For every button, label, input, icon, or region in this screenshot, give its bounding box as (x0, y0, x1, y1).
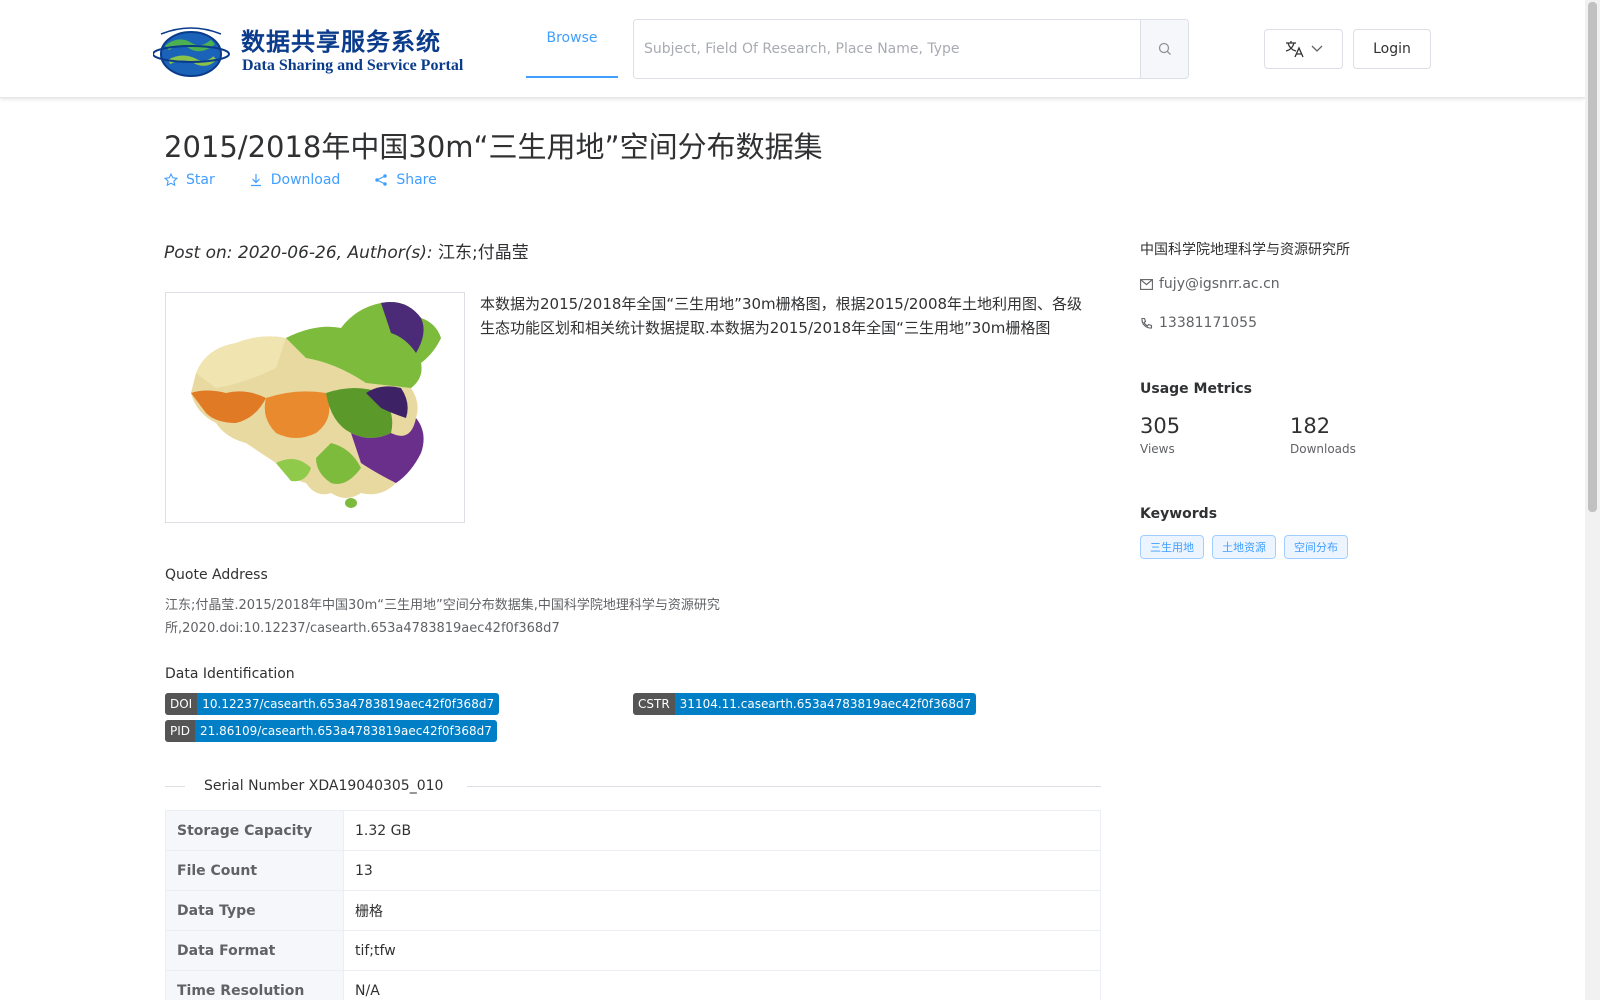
email-text: fujy@igsnrr.ac.cn (1159, 276, 1280, 292)
post-info: Post on: 2020-06-26, Author(s): 江东;付晶莹 (164, 238, 529, 263)
dataset-info-table: Storage Capacity 1.32 GB File Count 13 D… (165, 810, 1101, 1000)
table-row: Data Format tif;tfw (165, 930, 1101, 971)
page-title: 2015/2018年中国30m“三生用地”空间分布数据集 (164, 130, 823, 164)
translate-icon (1285, 41, 1304, 58)
keywords-title: Keywords (1140, 506, 1218, 522)
table-value: 栅格 (343, 890, 1101, 931)
pid-key: PID (165, 720, 196, 742)
pid-badge[interactable]: PID 21.86109/casearth.653a4783819aec42f0… (165, 720, 497, 742)
contact-email[interactable]: fujy@igsnrr.ac.cn (1140, 276, 1280, 292)
table-row: File Count 13 (165, 850, 1101, 891)
table-label: Time Resolution (165, 970, 344, 1000)
page-scrollbar[interactable] (1585, 0, 1600, 1000)
contact-phone: 13381171055 (1140, 315, 1257, 331)
star-button[interactable]: Star (164, 172, 215, 188)
table-label: Storage Capacity (165, 810, 344, 851)
table-row: Time Resolution N/A (165, 970, 1101, 1000)
globe-logo-icon (153, 27, 230, 77)
pid-value: 21.86109/casearth.653a4783819aec42f0f368… (195, 720, 497, 742)
views-count: 305 (1140, 414, 1181, 438)
download-icon (250, 174, 261, 187)
site-logo[interactable]: 数据共享服务系统 Data Sharing and Service Portal (153, 20, 463, 80)
chevron-down-icon (1311, 45, 1322, 52)
nav-browse[interactable]: Browse (526, 0, 618, 78)
doi-value: 10.12237/casearth.653a4783819aec42f0f368… (197, 693, 500, 715)
cstr-value: 31104.11.casearth.653a4783819aec42f0f368… (674, 693, 977, 715)
phone-text: 13381171055 (1159, 315, 1257, 331)
divider-right (467, 786, 1101, 787)
login-button[interactable]: Login (1353, 29, 1431, 69)
logo-text-cn: 数据共享服务系统 (241, 27, 441, 56)
doi-badge[interactable]: DOI 10.12237/casearth.653a4783819aec42f0… (165, 693, 500, 715)
language-switcher[interactable] (1264, 29, 1343, 69)
keyword-tag[interactable]: 空间分布 (1284, 535, 1348, 559)
quote-label: Quote Address (165, 567, 268, 583)
dataset-description: 本数据为2015/2018年全国“三生用地”30m栅格图，根据2015/2008… (480, 295, 1083, 337)
identification-label: Data Identification (165, 666, 295, 682)
downloads-count: 182 (1290, 414, 1331, 438)
table-value: tif;tfw (343, 930, 1101, 971)
cstr-key: CSTR (633, 693, 675, 715)
search-button[interactable] (1140, 20, 1188, 78)
table-row: Data Type 栅格 (165, 890, 1101, 931)
star-icon (164, 173, 178, 187)
share-button[interactable]: Share (374, 172, 437, 188)
downloads-label: Downloads (1290, 442, 1356, 456)
keyword-list: 三生用地 土地资源 空间分布 (1140, 535, 1348, 559)
search-icon (1158, 42, 1171, 55)
quote-text: 江东;付晶莹.2015/2018年中国30m“三生用地”空间分布数据集,中国科学… (165, 598, 720, 636)
star-label: Star (186, 172, 215, 188)
table-label: Data Type (165, 890, 344, 931)
views-label: Views (1140, 442, 1175, 456)
authors: 江东;付晶莹 (437, 243, 529, 263)
share-label: Share (396, 172, 437, 188)
china-land-use-map (191, 302, 441, 508)
dataset-thumbnail (165, 292, 465, 523)
usage-metrics-title: Usage Metrics (1140, 381, 1252, 397)
post-date-label: Post on: 2020-06-26, Author(s): (164, 243, 438, 263)
search-input[interactable] (634, 20, 1140, 78)
download-button[interactable]: Download (249, 172, 341, 188)
table-label: File Count (165, 850, 344, 891)
table-value: N/A (343, 970, 1101, 1000)
mail-icon (1140, 278, 1153, 290)
divider-left (165, 786, 185, 787)
table-row: Storage Capacity 1.32 GB (165, 810, 1101, 851)
keyword-tag[interactable]: 土地资源 (1212, 535, 1276, 559)
scrollbar-thumb[interactable] (1588, 2, 1597, 512)
organization-name: 中国科学院地理科学与资源研究所 (1140, 242, 1350, 258)
share-icon (375, 174, 388, 186)
search-bar (633, 19, 1189, 79)
serial-number: Serial Number XDA19040305_010 (204, 778, 444, 794)
dataset-actions: Star Download Share (164, 172, 437, 188)
cstr-badge[interactable]: CSTR 31104.11.casearth.653a4783819aec42f… (633, 693, 977, 715)
doi-key: DOI (165, 693, 198, 715)
phone-icon (1141, 317, 1153, 329)
download-label: Download (270, 172, 341, 188)
table-label: Data Format (165, 930, 344, 971)
table-value: 1.32 GB (343, 810, 1101, 851)
keyword-tag[interactable]: 三生用地 (1140, 535, 1204, 559)
top-header: 数据共享服务系统 Data Sharing and Service Portal… (0, 0, 1585, 98)
table-value: 13 (343, 850, 1101, 891)
serial-number-divider: Serial Number XDA19040305_010 (165, 776, 1101, 796)
logo-text-en: Data Sharing and Service Portal (242, 57, 464, 74)
